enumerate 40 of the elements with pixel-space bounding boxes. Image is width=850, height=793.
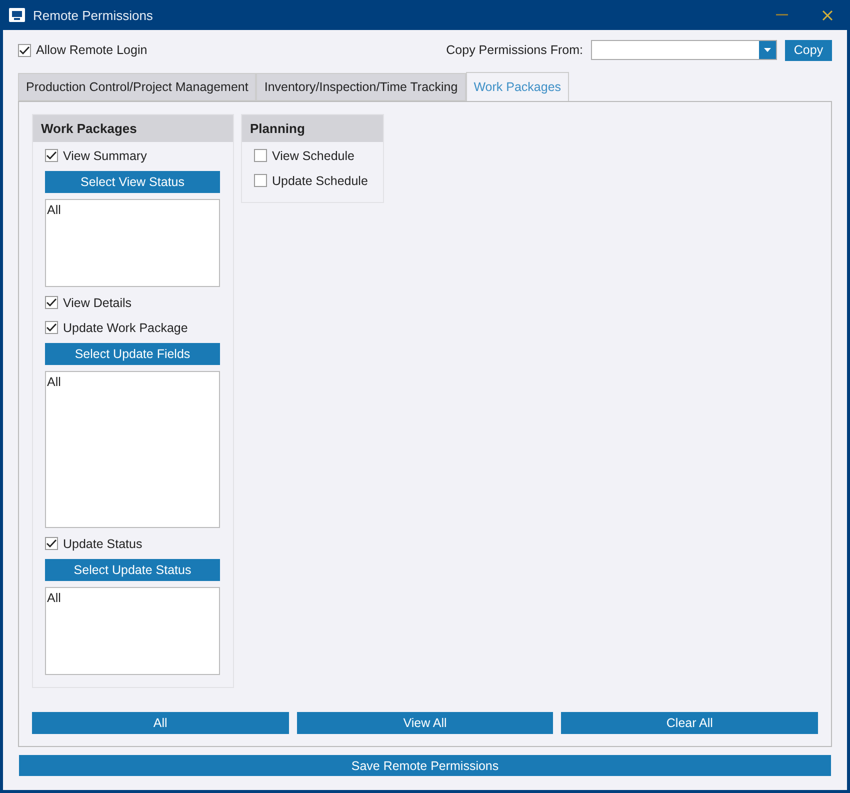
checkbox[interactable]: [45, 149, 58, 162]
list-item[interactable]: All: [47, 375, 218, 389]
checkbox-label: View Schedule: [272, 148, 354, 162]
select-button[interactable]: Select Update Fields: [45, 343, 220, 365]
checkbox-label: View Summary: [63, 148, 147, 162]
select-button[interactable]: Select View Status: [45, 171, 220, 193]
tab[interactable]: Inventory/Inspection/Time Tracking: [256, 73, 466, 101]
checkbox[interactable]: [45, 296, 58, 309]
copy-from-dropdown[interactable]: [591, 40, 777, 60]
checkbox[interactable]: [45, 537, 58, 550]
tab[interactable]: Production Control/Project Management: [18, 73, 256, 101]
close-icon[interactable]: [822, 10, 833, 20]
caret-icon: [764, 48, 771, 52]
checkbox-label: Update Status: [63, 536, 142, 550]
action-button[interactable]: View All: [296, 712, 554, 734]
checkbox[interactable]: [254, 174, 267, 187]
checkbox-label: View Details: [63, 296, 132, 310]
group-title: Work Packages: [33, 115, 233, 142]
list-box[interactable]: All: [45, 587, 220, 675]
list-box[interactable]: All: [45, 199, 220, 287]
action-button[interactable]: Clear All: [561, 712, 818, 734]
save-button[interactable]: Save Remote Permissions: [19, 755, 831, 776]
minimize-icon[interactable]: [776, 14, 788, 16]
select-button[interactable]: Select Update Status: [45, 559, 220, 581]
list-item[interactable]: All: [47, 203, 218, 217]
app-icon: [9, 8, 25, 22]
list-box[interactable]: All: [45, 371, 220, 528]
group-title: Planning: [242, 115, 383, 142]
tab[interactable]: Work Packages: [466, 72, 570, 102]
copy-button[interactable]: Copy: [785, 40, 832, 60]
checkbox-label: Allow Remote Login: [36, 43, 148, 57]
checkbox-label: Update Schedule: [272, 174, 368, 188]
checkbox[interactable]: [254, 149, 267, 162]
window-title: Remote Permissions: [33, 8, 153, 22]
list-item[interactable]: All: [47, 591, 218, 605]
copy-from-label: Copy Permissions From:: [446, 43, 583, 57]
checkbox[interactable]: [45, 321, 58, 334]
action-button[interactable]: All: [32, 712, 289, 734]
checkbox-label: Update Work Package: [63, 320, 188, 334]
checkbox[interactable]: [18, 44, 31, 56]
